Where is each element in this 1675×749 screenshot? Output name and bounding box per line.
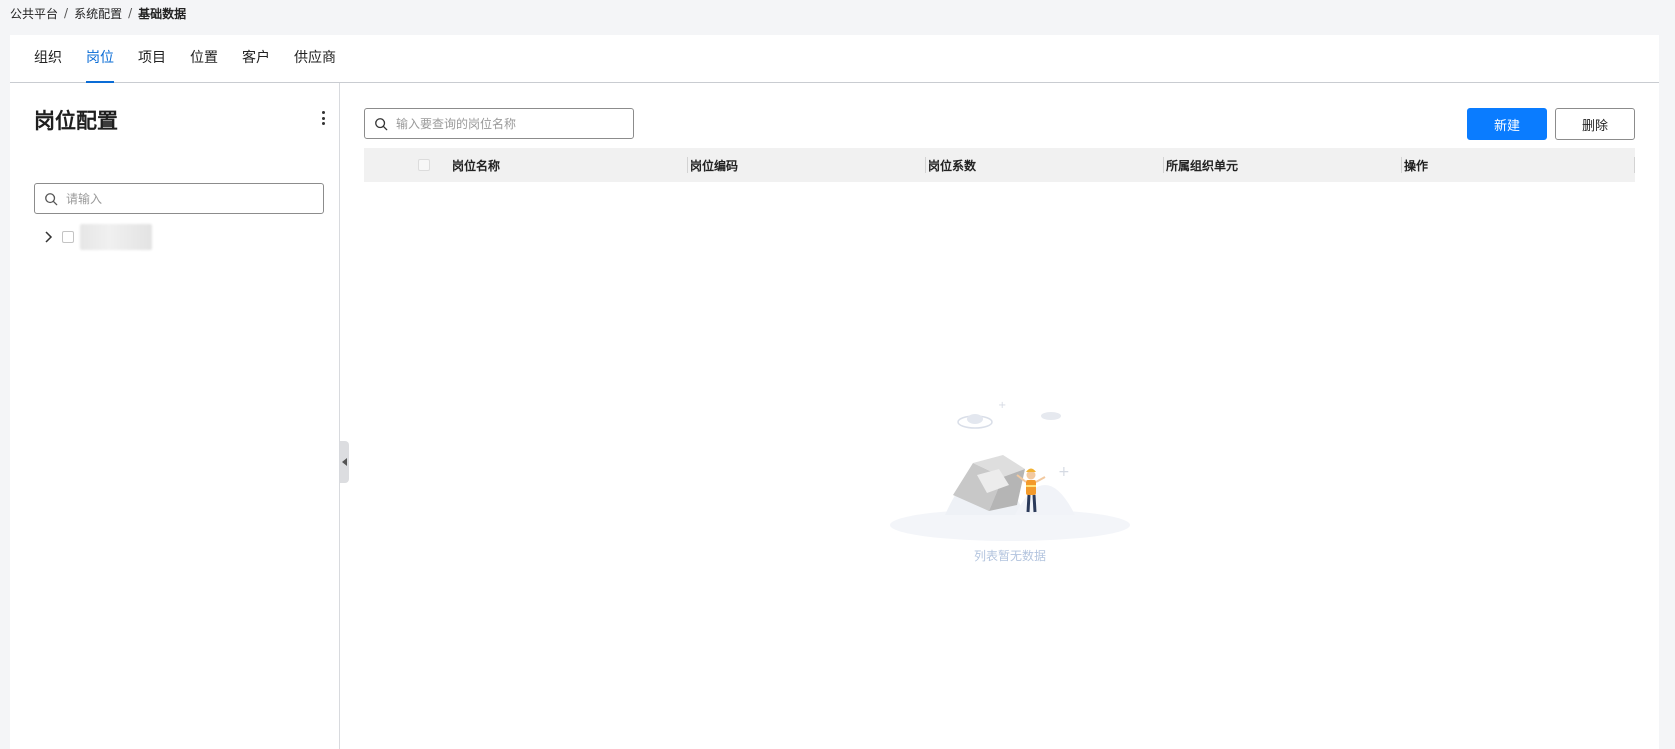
caret-left-icon bbox=[342, 458, 347, 466]
breadcrumb-item-basic-data: 基础数据 bbox=[138, 6, 187, 21]
breadcrumb-item-system-config[interactable]: 系统配置 bbox=[74, 5, 122, 22]
more-vertical-icon[interactable] bbox=[320, 111, 326, 125]
tab-position[interactable]: 岗位 bbox=[86, 34, 114, 83]
position-search-input[interactable] bbox=[396, 109, 633, 138]
breadcrumb: 公共平台 / 系统配置 / 基础数据 bbox=[10, 4, 186, 22]
breadcrumb-separator: / bbox=[128, 6, 133, 20]
column-header-position-coefficient: 岗位系数 bbox=[926, 148, 1164, 182]
svg-text:+: + bbox=[1058, 464, 1070, 480]
search-icon bbox=[45, 192, 58, 205]
collapse-panel-handle[interactable] bbox=[340, 441, 349, 483]
search-icon bbox=[375, 117, 388, 130]
table-header: 岗位名称 岗位编码 岗位系数 所属组织单元 操作 bbox=[364, 148, 1635, 182]
tree-node-label-redacted[interactable] bbox=[80, 224, 152, 250]
new-button[interactable]: 新建 bbox=[1467, 108, 1547, 140]
tab-organization[interactable]: 组织 bbox=[34, 34, 62, 82]
column-header-position-name: 岗位名称 bbox=[450, 148, 688, 182]
empty-state-text: 列表暂无数据 bbox=[973, 549, 1046, 563]
tab-bar: 组织 岗位 项目 位置 客户 供应商 bbox=[10, 35, 1659, 83]
tree-search-field bbox=[34, 183, 324, 214]
select-all-checkbox[interactable] bbox=[418, 159, 430, 171]
svg-text:+: + bbox=[998, 400, 1006, 411]
empty-state: + + 列表暂无数据 bbox=[885, 365, 1135, 565]
position-search-field bbox=[364, 108, 634, 139]
column-header-org-unit: 所属组织单元 bbox=[1164, 148, 1402, 182]
empty-illustration: + + bbox=[890, 400, 1130, 541]
main-card: 组织 岗位 项目 位置 客户 供应商 岗位配置 请输入 输入要查询的岗位名称 新… bbox=[10, 35, 1659, 749]
tree-node[interactable] bbox=[34, 224, 152, 250]
chevron-right-icon[interactable] bbox=[42, 230, 56, 244]
tab-location[interactable]: 位置 bbox=[190, 34, 218, 82]
left-panel: 岗位配置 bbox=[10, 83, 340, 749]
tab-supplier[interactable]: 供应商 bbox=[294, 34, 336, 82]
tree-node-checkbox[interactable] bbox=[62, 231, 74, 243]
column-header-actions: 操作 bbox=[1402, 148, 1635, 182]
breadcrumb-item-platform[interactable]: 公共平台 bbox=[10, 5, 58, 22]
tree-search-input[interactable] bbox=[66, 184, 323, 213]
select-all-cell bbox=[364, 148, 450, 182]
left-panel-title: 岗位配置 bbox=[34, 109, 118, 133]
column-header-position-code: 岗位编码 bbox=[688, 148, 926, 182]
breadcrumb-separator: / bbox=[64, 6, 69, 20]
delete-button[interactable]: 删除 bbox=[1555, 108, 1635, 140]
tab-project[interactable]: 项目 bbox=[138, 34, 166, 82]
tab-customer[interactable]: 客户 bbox=[242, 34, 270, 82]
